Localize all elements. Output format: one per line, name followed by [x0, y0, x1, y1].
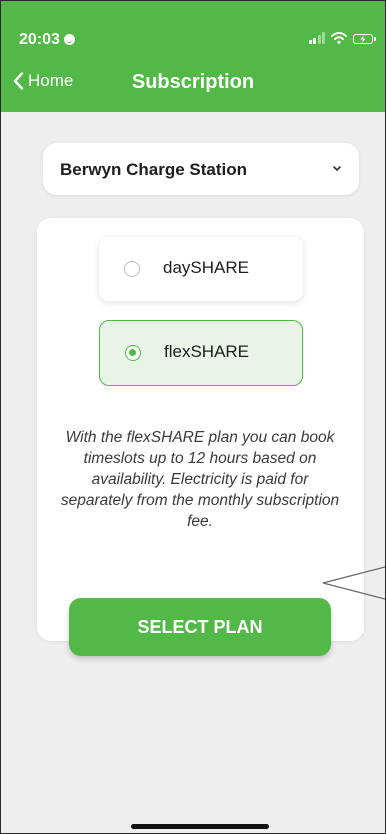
- phone-screen: 20:03 Home Subscription Berwyn Charge St…: [0, 0, 386, 834]
- page-title: Subscription: [131, 71, 255, 93]
- smiley-icon: [63, 34, 75, 45]
- battery-charging-icon: [353, 34, 376, 44]
- callout-pointer: [322, 566, 385, 600]
- plan-card: daySHARE flexSHARE With the flexSHARE pl…: [37, 218, 364, 656]
- home-indicator[interactable]: [131, 824, 269, 829]
- station-dropdown-value: Berwyn Charge Station: [60, 160, 248, 179]
- plan-option-flexshare[interactable]: flexSHARE: [99, 320, 303, 386]
- radio-selected-icon[interactable]: [125, 345, 141, 361]
- status-bar-icons: [308, 32, 376, 44]
- status-time-text: 20:03: [19, 31, 60, 48]
- signal-icon: [308, 32, 325, 44]
- plan-option-dayshare[interactable]: daySHARE: [99, 237, 303, 301]
- plan-description: With the flexSHARE plan you can book tim…: [60, 429, 340, 530]
- station-dropdown[interactable]: Berwyn Charge Station: [43, 143, 359, 195]
- chevron-down-icon: [333, 166, 341, 171]
- status-bar-time: 20:03: [19, 31, 75, 49]
- plan-option-label: daySHARE: [163, 258, 249, 277]
- radio-unselected-icon[interactable]: [124, 261, 140, 277]
- select-plan-button[interactable]: SELECT PLAN: [69, 598, 331, 656]
- wifi-icon: [331, 32, 347, 44]
- app-header: 20:03 Home Subscription: [1, 1, 385, 112]
- plan-option-label: flexSHARE: [164, 342, 250, 361]
